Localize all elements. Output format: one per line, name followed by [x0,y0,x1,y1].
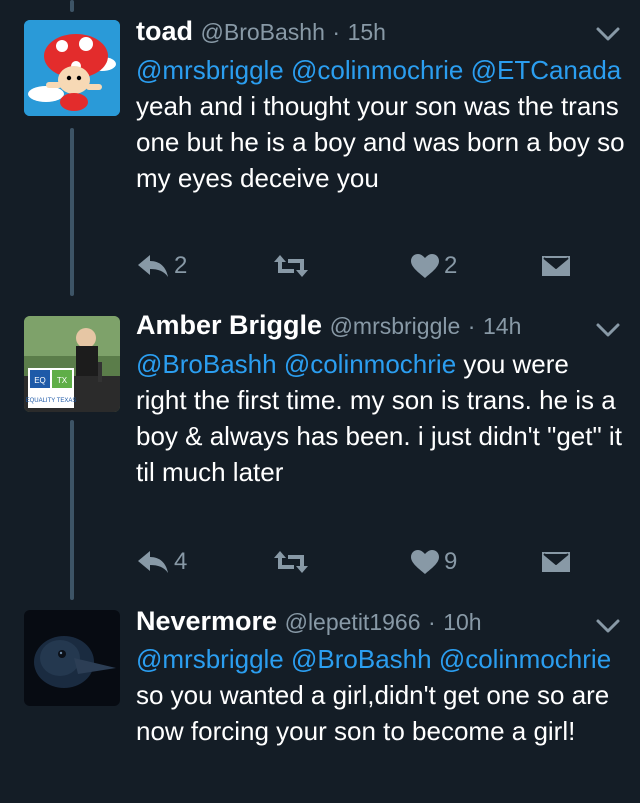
mention-link[interactable]: @mrsbriggle [136,644,284,674]
mention-link[interactable]: @colinmochrie [284,349,456,379]
handle[interactable]: @lepetit1966 [285,609,421,635]
avatar[interactable]: EQ TX EQUALITY TEXAS [24,316,120,412]
reply-button[interactable]: 4 [136,544,187,580]
sign-tx-text: TX [57,376,68,385]
mention-link[interactable]: @colinmochrie [291,55,463,85]
retweet-button[interactable] [272,248,314,284]
handle[interactable]: @BroBashh [201,19,325,45]
tweet-actions: 2 2 [136,248,616,284]
tweet-text: @BroBashh @colinmochrie you were right t… [136,346,626,490]
thread-line-top [70,0,74,12]
direct-message-button[interactable] [540,248,572,284]
like-count: 9 [444,548,458,575]
separator: · [428,609,436,635]
reply-button[interactable]: 2 [136,248,187,284]
envelope-icon [540,254,572,278]
mention-link[interactable]: @BroBashh [291,644,432,674]
display-name[interactable]: toad [136,16,193,46]
direct-message-button[interactable] [540,544,572,580]
equality-texas-podium-avatar-icon: EQ TX EQUALITY TEXAS [24,316,120,412]
sign-equality-texas-text: EQUALITY TEXAS [26,398,77,404]
sign-eq-text: EQ [34,376,46,385]
handle[interactable]: @mrsbriggle [330,313,461,339]
separator: · [467,313,476,339]
thread-line-1 [70,128,74,296]
toad-mushroom-avatar-icon [24,20,120,116]
reply-count: 2 [174,252,188,279]
mention-link[interactable]: @colinmochrie [439,644,611,674]
display-name[interactable]: Amber Briggle [136,310,322,340]
tweet-body: so you wanted a girl,didn't get one so a… [136,680,610,746]
thread-line-2 [70,420,74,600]
tweet-body: yeah and i thought your son was the tran… [136,91,625,193]
mention-link[interactable]: @BroBashh [136,349,277,379]
display-name[interactable]: Nevermore [136,606,277,636]
chevron-down-icon[interactable] [594,616,622,636]
timestamp[interactable]: 14h [483,313,521,339]
tweet-text: @mrsbriggle @colinmochrie @ETCanada yeah… [136,52,626,196]
like-count: 2 [444,252,458,279]
heart-icon [411,550,439,574]
like-button[interactable]: 9 [410,544,457,580]
envelope-icon [540,550,572,574]
like-button[interactable]: 2 [410,248,457,284]
heart-icon [411,254,439,278]
retweet-button[interactable] [272,544,314,580]
reply-count: 4 [174,548,188,575]
retweet-icon [274,551,308,573]
tweet-actions: 4 9 [136,544,616,580]
avatar[interactable] [24,610,120,706]
tweet-header: toad @BroBashh · 15h [136,14,386,49]
tweet-header: Amber Briggle @mrsbriggle · 14h [136,308,521,343]
tweet-text: @mrsbriggle @BroBashh @colinmochrie so y… [136,641,626,749]
avatar[interactable] [24,20,120,116]
mention-link[interactable]: @mrsbriggle [136,55,284,85]
raven-avatar-icon [24,610,120,706]
retweet-icon [274,255,308,277]
timestamp[interactable]: 15h [348,19,386,45]
reply-icon [138,551,168,573]
tweet-header: Nevermore @lepetit1966 · 10h [136,604,482,639]
timestamp[interactable]: 10h [443,609,481,635]
chevron-down-icon[interactable] [594,320,622,340]
separator: · [332,19,341,45]
chevron-down-icon[interactable] [594,24,622,44]
mention-link[interactable]: @ETCanada [471,55,622,85]
reply-icon [138,255,168,277]
